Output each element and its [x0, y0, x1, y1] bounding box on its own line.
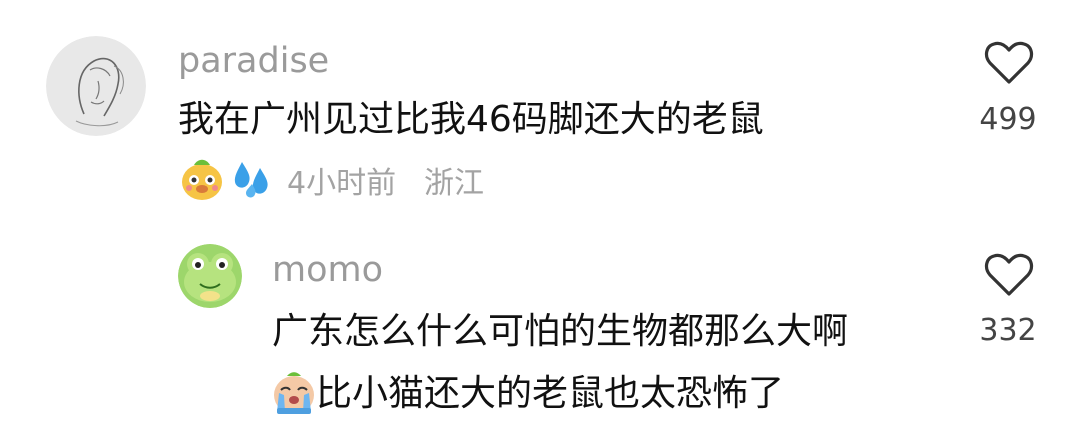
comment-time: 4小时前 — [287, 166, 397, 201]
like-count: 499 — [979, 102, 1037, 137]
comment-location: 浙江 — [424, 166, 484, 201]
crying-emoji-icon — [271, 370, 317, 416]
heart-icon[interactable] — [984, 40, 1034, 86]
sweat-drops-emoji-icon — [230, 158, 274, 200]
doge-emoji-icon — [180, 156, 224, 202]
reply-username[interactable]: momo — [272, 250, 383, 290]
avatar-paradise[interactable] — [46, 36, 146, 136]
reply-text-line1: 广东怎么什么可怕的生物都那么大啊 — [272, 311, 849, 352]
comment-text: 我在广州见过比我46码脚还大的老鼠 — [178, 99, 764, 140]
heart-icon[interactable] — [984, 252, 1034, 298]
avatar-momo[interactable] — [178, 244, 242, 308]
comment-username[interactable]: paradise — [178, 41, 329, 81]
like-count: 332 — [979, 313, 1037, 348]
reply-text-line2: 比小猫还大的老鼠也太恐怖了 — [316, 373, 785, 414]
